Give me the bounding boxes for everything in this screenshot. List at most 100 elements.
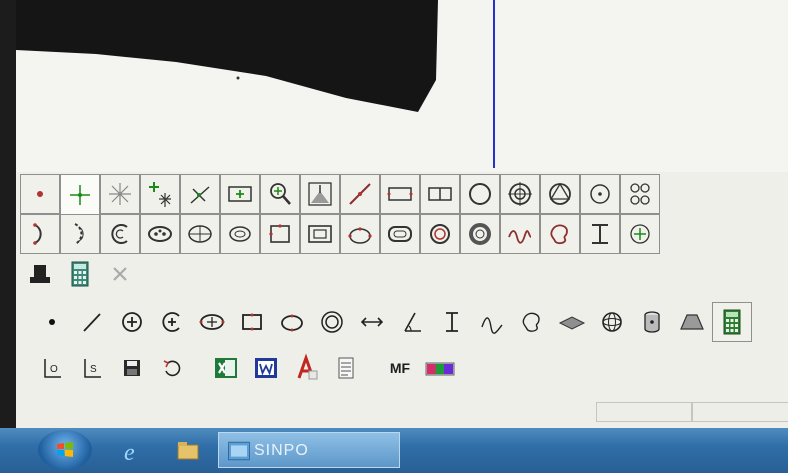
coordinate-tool[interactable]: S (72, 348, 112, 388)
arc-plus-icon (162, 312, 180, 332)
ring-draw-tool[interactable] (312, 302, 352, 342)
curve-c-tool[interactable] (100, 214, 140, 254)
cylinder-tool[interactable] (632, 302, 672, 342)
double-slot-tool[interactable] (420, 174, 460, 214)
line-tool[interactable] (340, 174, 380, 214)
line-icon (349, 183, 371, 205)
cross-disabled-tool[interactable] (100, 254, 140, 294)
toolbar-row-4 (32, 302, 752, 342)
ring-dots-icon (430, 224, 450, 244)
star-point-tool[interactable] (100, 174, 140, 214)
double-arrow-icon (360, 317, 384, 327)
point-dot-tool[interactable] (20, 174, 60, 214)
sphere-tool[interactable] (592, 302, 632, 342)
peak-point-tool[interactable] (300, 174, 340, 214)
triangle-circle-tool[interactable] (540, 174, 580, 214)
rectangle-slot-tool[interactable] (380, 174, 420, 214)
probe-icon (30, 265, 50, 283)
probe-tool[interactable] (20, 254, 60, 294)
crosshair-point-tool[interactable] (60, 174, 100, 214)
curve-draw-tool[interactable] (472, 302, 512, 342)
sphere-icon (602, 312, 622, 332)
cone-icon (680, 314, 704, 330)
rounded-rect-tool[interactable] (380, 214, 420, 254)
word-export-button[interactable] (246, 348, 286, 388)
ellipse-tool[interactable] (220, 214, 260, 254)
save-icon (124, 360, 140, 376)
angle-tool[interactable] (392, 302, 432, 342)
pattern-circles-icon (630, 183, 650, 205)
line-tool-icon (83, 313, 101, 332)
intersection-tool[interactable] (180, 174, 220, 214)
ellipse-draw-tool[interactable] (192, 302, 232, 342)
svg-text:S: S (90, 364, 97, 375)
taskbar-ie[interactable]: e (112, 432, 156, 470)
plane-icon (558, 316, 586, 330)
multi-point-tool[interactable] (140, 174, 180, 214)
ellipse-point-icon (148, 226, 172, 242)
rect-tool-icon (242, 313, 262, 331)
circle-dots-tool[interactable] (340, 214, 380, 254)
measured-part-shape (16, 0, 438, 112)
plane-tool[interactable] (552, 302, 592, 342)
undo-button[interactable] (152, 348, 192, 388)
arc-icon (33, 223, 42, 245)
save-button[interactable] (112, 348, 152, 388)
target-circle-tool[interactable] (500, 174, 540, 214)
ring-dots-tool[interactable] (420, 214, 460, 254)
arc-tool[interactable] (20, 214, 60, 254)
donut-tool[interactable] (460, 214, 500, 254)
double-arrow-tool[interactable] (352, 302, 392, 342)
intersection-icon (190, 186, 210, 204)
pattern-circles-tool[interactable] (620, 174, 660, 214)
ellipse-tool-icon (199, 314, 225, 330)
zoom-point-tool[interactable] (260, 174, 300, 214)
small-crosshair-tool[interactable] (620, 214, 660, 254)
mf-button[interactable]: MF (380, 348, 420, 388)
square-rect-tool[interactable] (300, 214, 340, 254)
taskbar-explorer[interactable] (168, 432, 208, 470)
circle-tool[interactable] (460, 174, 500, 214)
ellipse-cross-tool[interactable] (180, 214, 220, 254)
color-bar-button[interactable] (420, 348, 460, 388)
width-tool[interactable] (580, 214, 620, 254)
circle-plus-tool[interactable] (112, 302, 152, 342)
ellipse-icon (229, 226, 251, 242)
crosshair-point-icon (70, 184, 90, 205)
square-slot-tool[interactable] (260, 214, 300, 254)
taskbar-sinpo-app[interactable] (218, 432, 400, 468)
cross-disabled-icon (113, 267, 127, 281)
toolbar-separator (192, 348, 206, 388)
calculator-tool[interactable] (60, 254, 100, 294)
point-dot-icon (37, 191, 43, 197)
multi-point-icon (149, 182, 171, 207)
rect-draw-tool[interactable] (232, 302, 272, 342)
freeform-tool[interactable] (512, 302, 552, 342)
vertical-distance-tool[interactable] (432, 302, 472, 342)
wave-tool[interactable] (500, 214, 540, 254)
dot-tool[interactable] (32, 302, 72, 342)
toolbar-row-5: O S MF (32, 348, 460, 388)
ellipse-dimension-tool[interactable] (272, 302, 312, 342)
screen: O S MF e SINPO (0, 0, 788, 473)
bracket-point-tool[interactable] (220, 174, 260, 214)
calculator-green-tool[interactable] (712, 302, 752, 342)
svg-text:O: O (50, 364, 58, 375)
center-circle-tool[interactable] (580, 174, 620, 214)
cone-tool[interactable] (672, 302, 712, 342)
origin-tool[interactable]: O (32, 348, 72, 388)
pdf-export-button[interactable] (286, 348, 326, 388)
arc-plus-tool[interactable] (152, 302, 192, 342)
blob-tool[interactable] (540, 214, 580, 254)
ellipse-point-tool[interactable] (140, 214, 180, 254)
notepad-button[interactable] (326, 348, 366, 388)
measurement-canvas[interactable] (16, 0, 788, 172)
ring-tool-icon (321, 311, 343, 333)
excel-export-button[interactable] (206, 348, 246, 388)
excel-icon (215, 358, 237, 378)
status-cell (692, 402, 788, 422)
rounded-rect-icon (388, 226, 412, 242)
arc-dashed-tool[interactable] (60, 214, 100, 254)
line-draw-tool[interactable] (72, 302, 112, 342)
start-button[interactable] (38, 430, 92, 470)
